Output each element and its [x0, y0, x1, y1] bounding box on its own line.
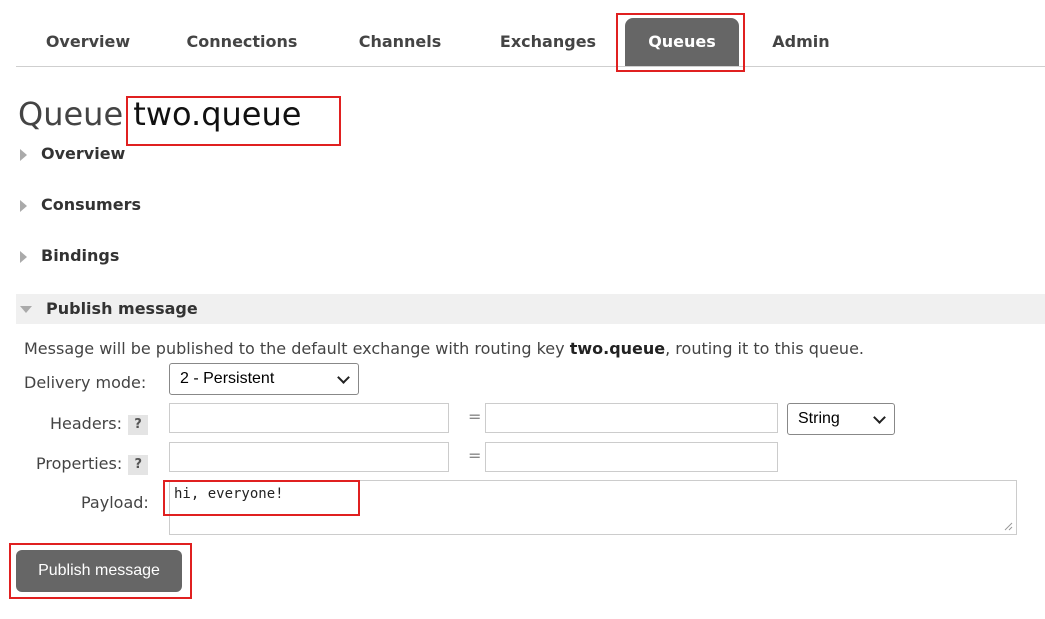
- delivery-mode-select[interactable]: 2 - Persistent: [169, 363, 359, 395]
- section-consumers[interactable]: Consumers: [16, 191, 1045, 219]
- headers-label: Headers:: [50, 414, 122, 433]
- section-overview-label: Overview: [41, 144, 126, 163]
- header-type-select[interactable]: String: [787, 403, 895, 435]
- property-key-input[interactable]: [169, 442, 449, 472]
- header-value-input[interactable]: [485, 403, 778, 433]
- title-prefix: Queue: [18, 95, 124, 133]
- properties-label-group: Properties:?: [36, 454, 149, 475]
- publish-message-button[interactable]: Publish message: [16, 550, 182, 592]
- equals-sign: =: [468, 407, 482, 426]
- main-nav: Overview Connections Channels Exchanges …: [16, 18, 1045, 67]
- tab-queues[interactable]: Queues: [625, 18, 739, 66]
- property-value-input[interactable]: [485, 442, 778, 472]
- collapse-arrow-icon: [20, 306, 32, 313]
- delivery-mode-label: Delivery mode:: [24, 373, 147, 392]
- section-bindings-label: Bindings: [41, 246, 120, 265]
- tab-channels[interactable]: Channels: [338, 18, 462, 66]
- payload-text: hi, everyone!: [174, 486, 284, 502]
- section-bindings[interactable]: Bindings: [16, 242, 1045, 270]
- expand-arrow-icon: [20, 250, 27, 263]
- queue-name: two.queue: [133, 95, 302, 133]
- payload-textarea[interactable]: hi, everyone!: [169, 480, 1017, 535]
- tab-admin[interactable]: Admin: [756, 18, 846, 66]
- page-title: Queue two.queue: [18, 95, 301, 133]
- description-post: , routing it to this queue.: [665, 339, 864, 358]
- properties-label: Properties:: [36, 454, 123, 473]
- header-type-value: String: [798, 410, 840, 427]
- expand-arrow-icon: [20, 148, 27, 161]
- section-overview[interactable]: Overview: [16, 140, 1045, 168]
- rabbitmq-queue-page: Overview Connections Channels Exchanges …: [0, 0, 1045, 619]
- properties-help-icon[interactable]: ?: [128, 454, 149, 475]
- headers-label-group: Headers:?: [50, 414, 148, 435]
- expand-arrow-icon: [20, 199, 27, 212]
- section-publish-label: Publish message: [46, 299, 198, 318]
- equals-sign: =: [468, 446, 482, 465]
- section-publish-message[interactable]: Publish message: [16, 294, 1045, 324]
- tab-exchanges[interactable]: Exchanges: [478, 18, 618, 66]
- chevron-down-icon: [873, 411, 886, 424]
- payload-label: Payload:: [81, 493, 149, 512]
- section-consumers-label: Consumers: [41, 195, 141, 214]
- publish-description: Message will be published to the default…: [24, 339, 864, 358]
- header-key-input[interactable]: [169, 403, 449, 433]
- tab-connections[interactable]: Connections: [168, 18, 316, 66]
- tab-overview[interactable]: Overview: [26, 18, 150, 66]
- routing-key: two.queue: [569, 339, 666, 358]
- resize-grip-icon[interactable]: [1003, 521, 1013, 531]
- chevron-down-icon: [337, 371, 350, 384]
- description-pre: Message will be published to the default…: [24, 339, 570, 358]
- headers-help-icon[interactable]: ?: [127, 414, 148, 435]
- delivery-mode-value: 2 - Persistent: [180, 370, 275, 387]
